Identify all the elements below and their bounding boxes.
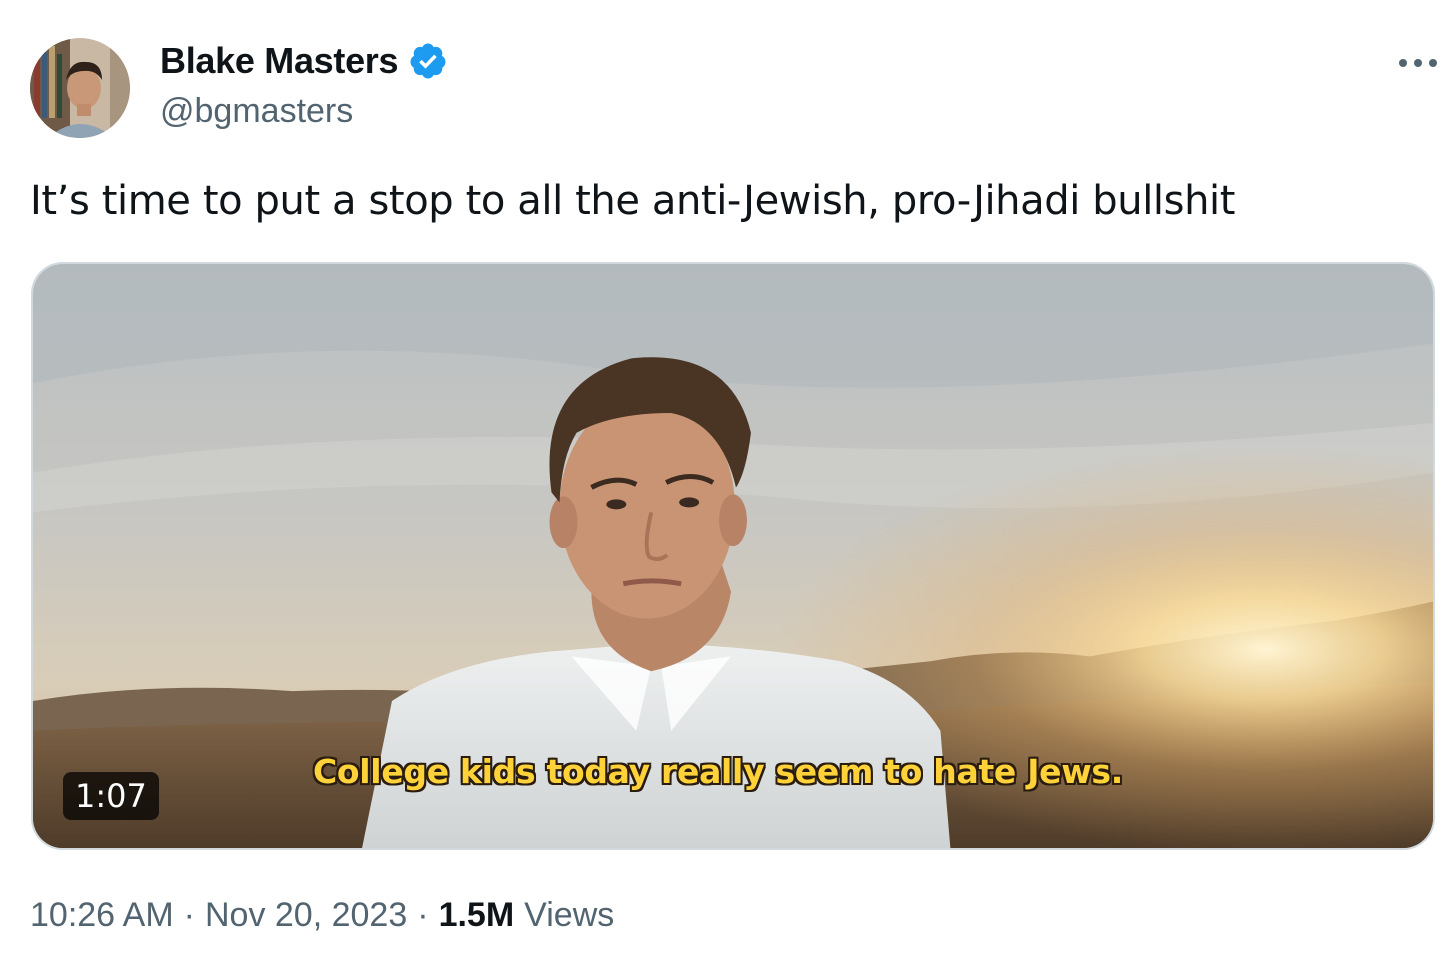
author-display-name[interactable]: Blake Masters — [160, 40, 399, 82]
author-handle[interactable]: @bgmasters — [160, 92, 353, 131]
video-player[interactable]: College kids today really seem to hate J… — [31, 262, 1435, 850]
more-options-button[interactable] — [1396, 48, 1440, 78]
tweet-time[interactable]: 10:26 AM — [30, 896, 174, 935]
tweet-metadata: 10:26 AM · Nov 20, 2023 · 1.5M Views — [30, 896, 614, 935]
meta-separator: · — [417, 896, 429, 934]
verified-badge-icon[interactable] — [408, 41, 448, 81]
avatar-image — [30, 38, 130, 138]
meta-separator: · — [183, 896, 195, 934]
author-avatar[interactable] — [30, 38, 130, 138]
author-name-row: Blake Masters — [160, 40, 448, 82]
views-count: 1.5M — [438, 896, 515, 934]
video-duration-badge: 1:07 — [63, 772, 159, 820]
tweet-text: It’s time to put a stop to all the anti-… — [30, 178, 1236, 224]
more-horizontal-icon — [1399, 59, 1437, 67]
tweet-date[interactable]: Nov 20, 2023 — [205, 896, 407, 935]
views-label: Views — [524, 896, 615, 934]
video-subtitle: College kids today really seem to hate J… — [313, 752, 1124, 791]
